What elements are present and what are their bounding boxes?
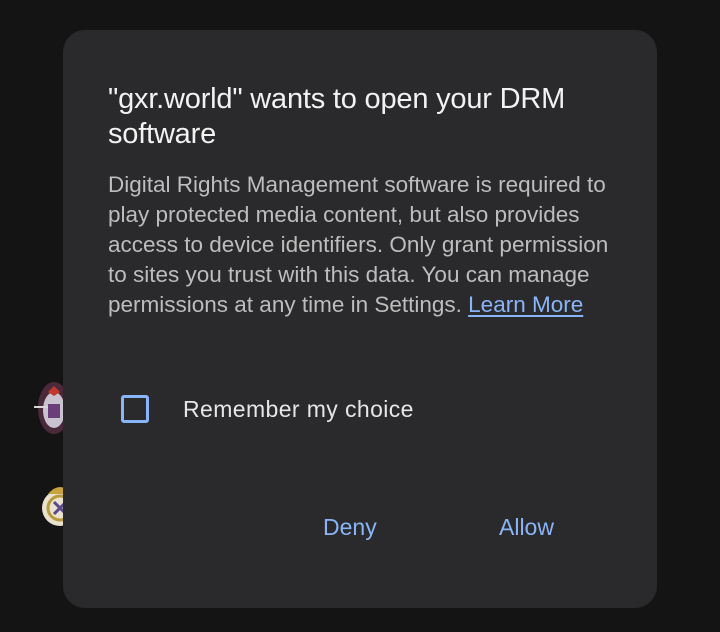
dialog-message: Digital Rights Management software is re…	[108, 170, 628, 320]
remember-choice-checkbox[interactable]	[121, 395, 149, 423]
deny-button[interactable]: Deny	[323, 514, 377, 541]
remember-choice-row[interactable]: Remember my choice	[121, 392, 414, 426]
allow-button[interactable]: Allow	[499, 514, 554, 541]
remember-choice-label[interactable]: Remember my choice	[183, 396, 414, 423]
learn-more-link[interactable]: Learn More	[468, 292, 583, 317]
dialog-title: "gxr.world" wants to open your DRM softw…	[108, 83, 566, 150]
drm-permission-dialog: "gxr.world" wants to open your DRM softw…	[63, 30, 657, 608]
